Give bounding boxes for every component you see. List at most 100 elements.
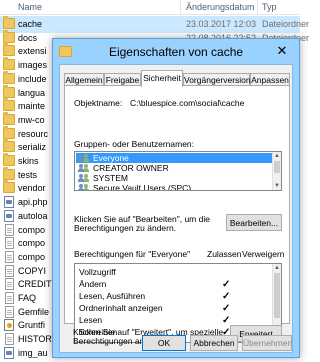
file-name: COPYI [18,265,47,276]
file-name: autoloa [18,210,48,221]
permissions-for-label: Berechtigungen für "Everyone" [74,249,191,259]
folder-icon [3,29,15,43]
file-name: langua [18,87,46,98]
edit-button[interactable]: Bearbeiten... [226,214,282,231]
file-type: Dateiordner [262,19,310,29]
folder-icon [3,98,15,112]
group-item-label: Secure Vault Users (SPC) [93,183,192,191]
file-name: tests [18,169,38,180]
group-item-secure-vault[interactable]: Secure Vault Users (SPC) [76,183,272,191]
php-file-icon [4,346,14,359]
column-header-name[interactable]: Name [18,2,42,12]
php-file-icon [4,209,14,222]
deny-column-header: Verweigern [242,249,285,259]
dialog-client-area: Allgemein Freigabe Sicherheit Vorgängerv… [59,64,293,353]
file-icon [5,292,14,304]
permission-row: Lesen, Ausführen ✓ [75,291,273,302]
column-header-date[interactable]: Änderungsdatum [186,2,255,12]
users-group-icon [78,154,89,162]
file-name: api.php [18,197,48,208]
users-group-icon [78,174,89,182]
file-name: FAQ [18,293,37,303]
close-button[interactable]: ✕ [271,42,293,60]
js-file-icon [4,319,14,332]
scroll-thumb[interactable] [274,273,280,318]
group-item-system[interactable]: SYSTEM [76,173,272,183]
file-name: mw-co [18,114,45,125]
groups-listbox[interactable]: Everyone CREATOR OWNER SYSTEM Secure Vau… [74,151,282,191]
object-name-value: C:\bluespice.com\social\cache [130,98,245,108]
file-name: Gemfile [18,306,50,317]
file-icon [5,264,14,277]
tab-strip: Allgemein Freigabe Sicherheit Vorgängerv… [64,70,292,87]
file-name: Gruntfi [18,320,46,331]
security-tab-panel: Objektname: C:\bluespice.com\social\cach… [64,85,290,343]
file-name: skins [18,156,39,166]
file-name: extensi [18,46,47,57]
permission-name: Ändern [79,279,107,289]
file-name: images [18,60,48,71]
object-name-label: Objektname: [74,98,123,108]
folder-icon [3,111,15,125]
dialog-title: Eigenschaften von cache [108,45,244,59]
scroll-up-icon[interactable]: ▲ [273,264,281,272]
permission-name: Lesen, Ausführen [79,291,146,301]
folder-icon [3,180,15,194]
permission-row: Ändern ✓ [75,279,273,290]
permission-name: Lesen [79,315,103,325]
column-separator[interactable] [180,0,181,15]
scroll-down-icon[interactable]: ▼ [273,182,281,190]
scroll-thumb[interactable] [274,161,280,173]
permission-name: Ordnerinhalt anzeigen [79,303,163,313]
allow-check-icon: ✓ [222,303,231,314]
file-name: compo [18,251,46,262]
allow-column-header: Zulassen [207,249,242,259]
dialog-titlebar[interactable]: Eigenschaften von cache ✕ [53,39,299,64]
column-separator[interactable] [257,0,258,15]
file-name: mainte [18,101,46,112]
file-icon [5,305,14,318]
tab-sicherheit[interactable]: Sicherheit [141,70,183,87]
group-item-creator-owner[interactable]: CREATOR OWNER [76,163,272,173]
permission-name: Vollzugriff [79,267,116,277]
folder-icon [3,70,15,84]
group-item-everyone[interactable]: Everyone [76,153,272,163]
allow-check-icon: ✓ [222,291,231,302]
folder-icon [3,43,15,57]
groups-scrollbar[interactable]: ▲ ▼ [272,152,281,190]
file-name: cache [18,19,43,29]
folder-icon [3,153,15,166]
file-name: include [18,73,47,84]
folder-icon [3,16,15,29]
folder-icon [3,84,15,98]
file-name: serializ [18,142,47,153]
file-icon [5,250,14,263]
group-item-label: SYSTEM [93,173,128,183]
permission-row: Ordnerinhalt anzeigen ✓ [75,303,273,314]
apply-button[interactable]: Übernehmen [242,335,292,351]
cancel-button[interactable]: Abbrechen [190,335,238,351]
folder-icon [3,57,15,71]
column-header-type[interactable]: Typ [262,2,277,12]
file-name: CREDIT [18,279,52,290]
folder-icon [3,166,15,180]
folder-icon [3,139,15,153]
file-date: 23.03.2017 12:03 [186,19,257,29]
column-header-bar: Name Änderungsdatum Typ [0,0,300,15]
php-file-icon [4,196,14,209]
file-icon [5,237,14,250]
file-name: HISTOR [18,334,52,345]
file-icon [5,333,14,346]
file-name: docs [18,32,38,43]
groups-label: Gruppen- oder Benutzernamen: [74,139,195,149]
users-group-icon [78,184,89,190]
file-name: compo [18,224,46,235]
ok-button[interactable]: OK [142,335,186,351]
file-name: vendor [18,183,46,194]
permission-row: Vollzugriff [75,267,273,278]
file-name: resourc [18,128,49,139]
scroll-up-icon[interactable]: ▲ [273,152,281,160]
group-item-label: CREATOR OWNER [93,163,169,173]
users-group-icon [78,164,89,172]
file-icon [5,223,14,236]
